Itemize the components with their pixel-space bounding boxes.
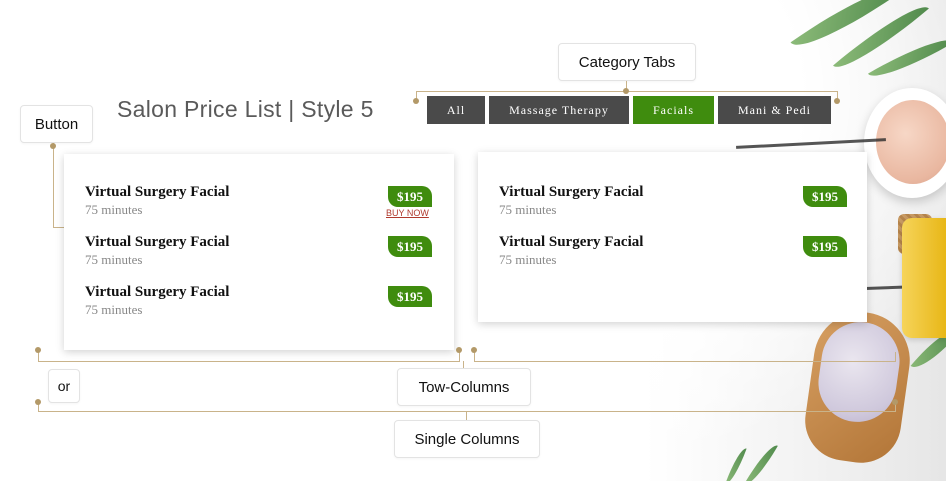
list-item: Virtual Surgery Facial 75 minutes xyxy=(499,234,643,268)
connector-line xyxy=(895,352,896,362)
price-badge: $195 xyxy=(803,236,847,257)
list-item: Virtual Surgery Facial 75 minutes xyxy=(85,234,229,268)
list-item: Virtual Surgery Facial 75 minutes xyxy=(85,184,229,218)
price-badge: $195 xyxy=(388,186,432,207)
tab-mani-pedi[interactable]: Mani & Pedi xyxy=(718,96,831,124)
connector-dot xyxy=(471,347,477,353)
tab-massage-therapy[interactable]: Massage Therapy xyxy=(489,96,629,124)
connector-line xyxy=(466,411,467,420)
service-name: Virtual Surgery Facial xyxy=(85,234,230,250)
single-columns-callout: Single Columns xyxy=(394,420,540,458)
connector-dot xyxy=(413,98,419,104)
connector-line xyxy=(38,411,896,412)
tab-all[interactable]: All xyxy=(427,96,485,124)
oil-bottle-image xyxy=(902,218,946,338)
connector-dot xyxy=(623,88,629,94)
connector-dot xyxy=(456,347,462,353)
category-tabs-callout: Category Tabs xyxy=(558,43,696,81)
service-name: Virtual Surgery Facial xyxy=(499,234,644,250)
service-duration: 75 minutes xyxy=(499,252,557,267)
connector-dot xyxy=(35,399,41,405)
category-tabs: All Massage Therapy Facials Mani & Pedi xyxy=(427,96,831,124)
price-card-right: Virtual Surgery Facial 75 minutes $195 V… xyxy=(478,152,867,322)
connector-dot xyxy=(834,98,840,104)
tab-facials[interactable]: Facials xyxy=(633,96,714,124)
buy-now-button[interactable]: BUY NOW xyxy=(386,208,429,218)
service-duration: 75 minutes xyxy=(85,202,143,217)
connector-dot xyxy=(50,143,56,149)
connector-line xyxy=(474,361,896,362)
price-badge: $195 xyxy=(388,286,432,307)
two-columns-callout: Tow-Columns xyxy=(397,368,531,406)
service-duration: 75 minutes xyxy=(85,252,143,267)
service-name: Virtual Surgery Facial xyxy=(85,184,230,200)
price-badge: $195 xyxy=(803,186,847,207)
or-callout: or xyxy=(48,369,80,403)
service-name: Virtual Surgery Facial xyxy=(499,184,644,200)
service-name: Virtual Surgery Facial xyxy=(85,284,230,300)
connector-line xyxy=(459,352,460,362)
list-item: Virtual Surgery Facial 75 minutes xyxy=(499,184,643,218)
button-callout: Button xyxy=(20,105,93,143)
connector-dot xyxy=(892,399,898,405)
connector-dot xyxy=(35,347,41,353)
connector-line xyxy=(38,361,460,362)
page-title: Salon Price List | Style 5 xyxy=(117,96,374,122)
service-duration: 75 minutes xyxy=(499,202,557,217)
price-badge: $195 xyxy=(388,236,432,257)
price-card-left: Virtual Surgery Facial 75 minutes $195 B… xyxy=(64,154,454,350)
connector-line xyxy=(53,143,54,228)
service-duration: 75 minutes xyxy=(85,302,143,317)
cream-image xyxy=(876,100,946,184)
list-item: Virtual Surgery Facial 75 minutes xyxy=(85,284,229,318)
